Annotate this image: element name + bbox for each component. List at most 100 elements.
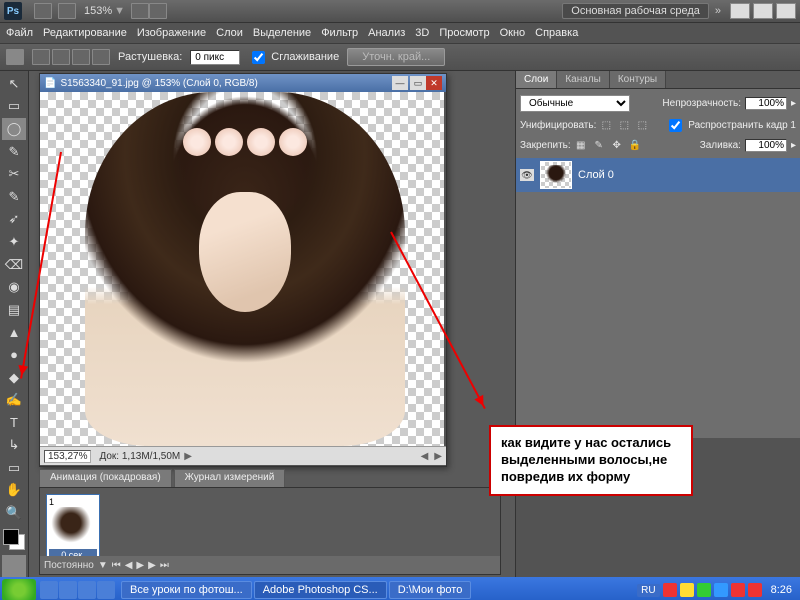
anim-last-icon[interactable]: ⏭ bbox=[160, 560, 169, 571]
menu-view[interactable]: Просмотр bbox=[439, 27, 489, 39]
menu-filter[interactable]: Фильтр bbox=[321, 27, 358, 39]
current-tool-icon[interactable] bbox=[6, 49, 24, 65]
path-select-tool[interactable]: ↳ bbox=[2, 435, 26, 457]
ql-icon[interactable] bbox=[78, 581, 96, 599]
ql-icon[interactable] bbox=[97, 581, 115, 599]
tab-layers[interactable]: Слои bbox=[516, 71, 557, 88]
tab-channels[interactable]: Каналы bbox=[557, 71, 610, 88]
history-brush-tool[interactable]: ◉ bbox=[2, 276, 26, 298]
start-button[interactable] bbox=[2, 579, 36, 600]
stamp-tool[interactable]: ⌫ bbox=[2, 254, 26, 276]
doc-close-button[interactable]: ✕ bbox=[426, 76, 442, 90]
doc-maximize-button[interactable]: ▭ bbox=[410, 76, 426, 90]
unify-pos-icon[interactable]: ⬚ bbox=[600, 120, 612, 132]
lock-pixels-icon[interactable]: ✎ bbox=[593, 140, 605, 152]
antialias-checkbox[interactable]: Сглаживание bbox=[248, 48, 339, 67]
bridge-icon[interactable] bbox=[34, 3, 52, 19]
tray-icon[interactable] bbox=[663, 583, 677, 597]
workspace-switcher[interactable]: Основная рабочая среда bbox=[562, 3, 709, 19]
zoom-indicator[interactable]: 153% bbox=[84, 5, 112, 17]
wand-tool[interactable]: ✎ bbox=[2, 141, 26, 163]
anim-prev-icon[interactable]: ◀ bbox=[125, 560, 133, 571]
eraser-tool[interactable]: ▤ bbox=[2, 299, 26, 321]
chevron-right-icon[interactable]: » bbox=[715, 5, 721, 17]
crop-tool[interactable]: ✂ bbox=[2, 163, 26, 185]
anim-first-icon[interactable]: ⏮ bbox=[112, 560, 121, 571]
document-titlebar[interactable]: 📄 S1563340_91.jpg @ 153% (Слой 0, RGB/8)… bbox=[40, 74, 446, 92]
tray-icon[interactable] bbox=[697, 583, 711, 597]
tab-animation[interactable]: Анимация (покадровая) bbox=[39, 469, 172, 487]
lasso-tool[interactable]: ◯ bbox=[2, 118, 26, 140]
tab-paths[interactable]: Контуры bbox=[610, 71, 666, 88]
scroll-left-icon[interactable]: ◀ bbox=[421, 451, 429, 462]
propagate-checkbox[interactable]: Распространить кадр 1 bbox=[665, 116, 796, 135]
tray-icon[interactable] bbox=[748, 583, 762, 597]
minimize-button[interactable]: — bbox=[730, 3, 750, 19]
taskbar-clock[interactable]: 8:26 bbox=[771, 584, 792, 596]
unify-style-icon[interactable]: ⬚ bbox=[636, 120, 648, 132]
pen-tool[interactable]: ✍ bbox=[2, 389, 26, 411]
taskbar-task[interactable]: Adobe Photoshop CS... bbox=[254, 581, 387, 599]
move-tool[interactable]: ↖ bbox=[2, 73, 26, 95]
layer-name[interactable]: Слой 0 bbox=[578, 169, 614, 181]
menu-image[interactable]: Изображение bbox=[137, 27, 206, 39]
menu-3d[interactable]: 3D bbox=[415, 27, 429, 39]
sel-intersect-icon[interactable] bbox=[92, 49, 110, 65]
menu-analysis[interactable]: Анализ bbox=[368, 27, 405, 39]
anim-next-icon[interactable]: ▶ bbox=[148, 560, 156, 571]
tab-measurement-log[interactable]: Журнал измерений bbox=[174, 469, 286, 487]
menu-layer[interactable]: Слои bbox=[216, 27, 243, 39]
lock-transparency-icon[interactable]: ▦ bbox=[575, 140, 587, 152]
anim-play-icon[interactable]: ▶ bbox=[136, 560, 144, 571]
sel-new-icon[interactable] bbox=[32, 49, 50, 65]
screen-mode-icon[interactable] bbox=[58, 3, 76, 19]
sel-add-icon[interactable] bbox=[52, 49, 70, 65]
hand-tool[interactable]: ✋ bbox=[2, 480, 26, 502]
quickmask-toggle[interactable] bbox=[2, 555, 26, 577]
maximize-button[interactable]: ▭ bbox=[753, 3, 773, 19]
doc-minimize-button[interactable]: — bbox=[392, 76, 408, 90]
menu-edit[interactable]: Редактирование bbox=[43, 27, 127, 39]
lock-position-icon[interactable]: ✥ bbox=[611, 140, 623, 152]
visibility-eye-icon[interactable]: 👁 bbox=[520, 169, 534, 181]
taskbar-task[interactable]: D:\Мои фото bbox=[389, 581, 472, 599]
type-tool[interactable]: T bbox=[2, 412, 26, 434]
menu-help[interactable]: Справка bbox=[535, 27, 578, 39]
fill-input[interactable] bbox=[745, 139, 787, 152]
loop-mode[interactable]: Постоянно bbox=[44, 560, 94, 571]
refine-edge-button[interactable]: Уточн. край... bbox=[347, 48, 445, 66]
document-canvas[interactable] bbox=[40, 92, 444, 446]
language-indicator[interactable]: RU bbox=[637, 584, 659, 597]
brush-tool[interactable]: ✦ bbox=[2, 231, 26, 253]
ql-icon[interactable] bbox=[40, 581, 58, 599]
layer-thumbnail[interactable] bbox=[540, 161, 572, 189]
lock-all-icon[interactable]: 🔒 bbox=[629, 140, 641, 152]
close-button[interactable]: ✕ bbox=[776, 3, 796, 19]
blend-mode-select[interactable]: Обычные bbox=[520, 95, 630, 112]
color-swatches[interactable] bbox=[3, 529, 25, 551]
marquee-tool[interactable]: ▭ bbox=[2, 96, 26, 118]
gradient-tool[interactable]: ▲ bbox=[2, 322, 26, 344]
tray-icon[interactable] bbox=[680, 583, 694, 597]
healing-tool[interactable]: ➶ bbox=[2, 209, 26, 231]
tray-icon[interactable] bbox=[714, 583, 728, 597]
arrange-icon[interactable] bbox=[149, 3, 167, 19]
status-zoom[interactable]: 153,27% bbox=[44, 450, 91, 463]
menu-window[interactable]: Окно bbox=[500, 27, 526, 39]
taskbar-task[interactable]: Все уроки по фотош... bbox=[121, 581, 252, 599]
unify-vis-icon[interactable]: ⬚ bbox=[618, 120, 630, 132]
chevron-right-icon[interactable]: ▶ bbox=[184, 451, 192, 462]
hand-icon[interactable] bbox=[131, 3, 149, 19]
sel-sub-icon[interactable] bbox=[72, 49, 90, 65]
animation-frame-1[interactable]: 1 0 сек. bbox=[46, 494, 100, 560]
tray-icon[interactable] bbox=[731, 583, 745, 597]
zoom-tool[interactable]: 🔍 bbox=[2, 502, 26, 524]
feather-input[interactable] bbox=[190, 50, 240, 65]
menu-select[interactable]: Выделение bbox=[253, 27, 311, 39]
eyedropper-tool[interactable]: ✎ bbox=[2, 186, 26, 208]
layer-row[interactable]: 👁 Слой 0 bbox=[516, 158, 800, 192]
scroll-right-icon[interactable]: ▶ bbox=[434, 451, 442, 462]
shape-tool[interactable]: ▭ bbox=[2, 457, 26, 479]
opacity-input[interactable] bbox=[745, 97, 787, 110]
ql-icon[interactable] bbox=[59, 581, 77, 599]
